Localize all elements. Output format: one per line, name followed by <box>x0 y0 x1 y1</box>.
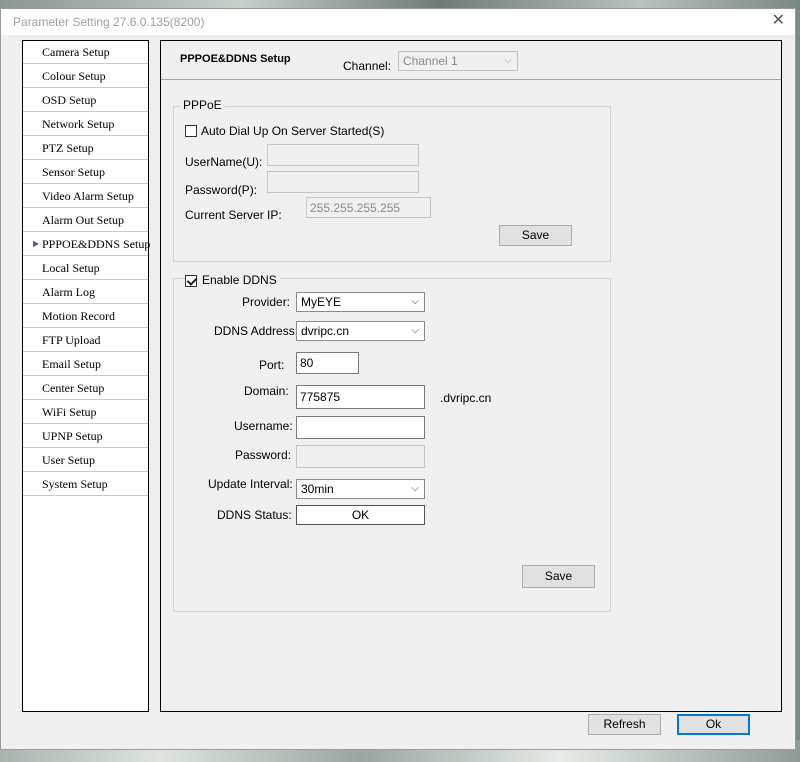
port-label: Port: <box>259 358 285 372</box>
title-bar: Parameter Setting 27.6.0.135(8200) ✕ <box>1 9 795 35</box>
pppoe-save-button[interactable]: Save <box>499 225 572 246</box>
domain-input[interactable]: 775875 <box>296 385 425 409</box>
update-interval-label: Update Interval: <box>208 477 293 491</box>
pppoe-password-label: Password(P): <box>185 183 258 197</box>
sidebar-item-sensor-setup[interactable]: Sensor Setup <box>23 161 148 184</box>
server-ip-field: 255.255.255.255 <box>306 197 431 218</box>
sidebar-item-pppoe-ddns-setup[interactable]: ▶ PPPOE&DDNS Setup <box>23 233 150 256</box>
close-icon[interactable]: ✕ <box>772 12 785 30</box>
provider-label: Provider: <box>242 295 291 309</box>
channel-select[interactable]: Channel 1 ⌵ <box>398 51 518 71</box>
ddns-status-value: OK <box>296 505 425 525</box>
server-ip-label: Current Server IP: <box>185 208 282 222</box>
panel-header: PPPOE&DDNS Setup Channel: Channel 1 ⌵ <box>161 41 781 80</box>
ddns-password-label: Password: <box>235 448 292 462</box>
sidebar-item-motion-record[interactable]: Motion Record <box>23 305 148 328</box>
settings-panel: PPPOE&DDNS Setup Channel: Channel 1 ⌵ PP… <box>160 40 782 712</box>
parameter-setting-window: Parameter Setting 27.6.0.135(8200) ✕ Cam… <box>0 8 796 750</box>
ddns-status-label: DDNS Status: <box>217 508 292 522</box>
sidebar-item-email-setup[interactable]: Email Setup <box>23 353 148 376</box>
update-interval-select[interactable]: 30min ⌵ <box>296 479 425 499</box>
channel-label: Channel: <box>343 59 392 73</box>
port-input[interactable]: 80 <box>296 352 359 374</box>
sidebar-item-center-setup[interactable]: Center Setup <box>23 377 148 400</box>
pppoe-group: PPPoE Auto Dial Up On Server Started(S) … <box>173 98 611 262</box>
ddns-group: Enable DDNS Provider: MyEYE ⌵ DDNS Addre… <box>173 273 611 612</box>
sidebar-item-alarm-log[interactable]: Alarm Log <box>23 281 148 304</box>
window-title: Parameter Setting 27.6.0.135(8200) <box>13 15 205 29</box>
ddns-username-label: Username: <box>234 419 293 433</box>
domain-label: Domain: <box>244 384 289 398</box>
pppoe-username-input[interactable] <box>267 144 419 166</box>
auto-dial-checkbox[interactable] <box>185 125 197 137</box>
sidebar-item-local-setup[interactable]: Local Setup <box>23 257 148 280</box>
ddns-username-input[interactable] <box>296 416 425 439</box>
provider-select[interactable]: MyEYE ⌵ <box>296 292 425 312</box>
pppoe-username-label: UserName(U): <box>185 155 263 169</box>
sidebar: Camera Setup Colour Setup OSD Setup Netw… <box>22 40 150 712</box>
ok-button[interactable]: Ok <box>677 714 750 735</box>
pppoe-password-input[interactable] <box>267 171 419 193</box>
panel-title: PPPOE&DDNS Setup <box>180 53 291 65</box>
sidebar-item-colour-setup[interactable]: Colour Setup <box>23 65 148 88</box>
ddns-save-button[interactable]: Save <box>522 565 595 588</box>
enable-ddns-checkbox[interactable] <box>185 275 197 287</box>
sidebar-item-network-setup[interactable]: Network Setup <box>23 113 148 136</box>
chevron-down-icon: ⌵ <box>411 483 419 494</box>
chevron-down-icon: ⌵ <box>504 55 512 66</box>
sidebar-item-wifi-setup[interactable]: WiFi Setup <box>23 401 148 424</box>
sidebar-item-upnp-setup[interactable]: UPNP Setup <box>23 425 148 448</box>
sidebar-item-ptz-setup[interactable]: PTZ Setup <box>23 137 148 160</box>
pppoe-group-legend: PPPoE <box>180 98 225 112</box>
ddns-address-label: DDNS Address: <box>214 324 299 338</box>
ddns-address-select[interactable]: dvripc.cn ⌵ <box>296 321 425 341</box>
sidebar-item-camera-setup[interactable]: Camera Setup <box>23 41 148 64</box>
sidebar-item-user-setup[interactable]: User Setup <box>23 449 148 472</box>
refresh-button[interactable]: Refresh <box>588 714 661 735</box>
sidebar-item-osd-setup[interactable]: OSD Setup <box>23 89 148 112</box>
sidebar-item-alarm-out-setup[interactable]: Alarm Out Setup <box>23 209 148 232</box>
chevron-down-icon: ⌵ <box>411 325 419 336</box>
ddns-password-input[interactable] <box>296 445 425 468</box>
sidebar-item-system-setup[interactable]: System Setup <box>23 473 148 496</box>
sidebar-item-ftp-upload[interactable]: FTP Upload <box>23 329 148 352</box>
enable-ddns-label: Enable DDNS <box>199 273 280 287</box>
auto-dial-label: Auto Dial Up On Server Started(S) <box>201 124 385 138</box>
chevron-down-icon: ⌵ <box>411 296 419 307</box>
selected-arrow-icon: ▶ <box>33 239 40 248</box>
sidebar-item-video-alarm-setup[interactable]: Video Alarm Setup <box>23 185 148 208</box>
domain-suffix: .dvripc.cn <box>440 391 492 405</box>
